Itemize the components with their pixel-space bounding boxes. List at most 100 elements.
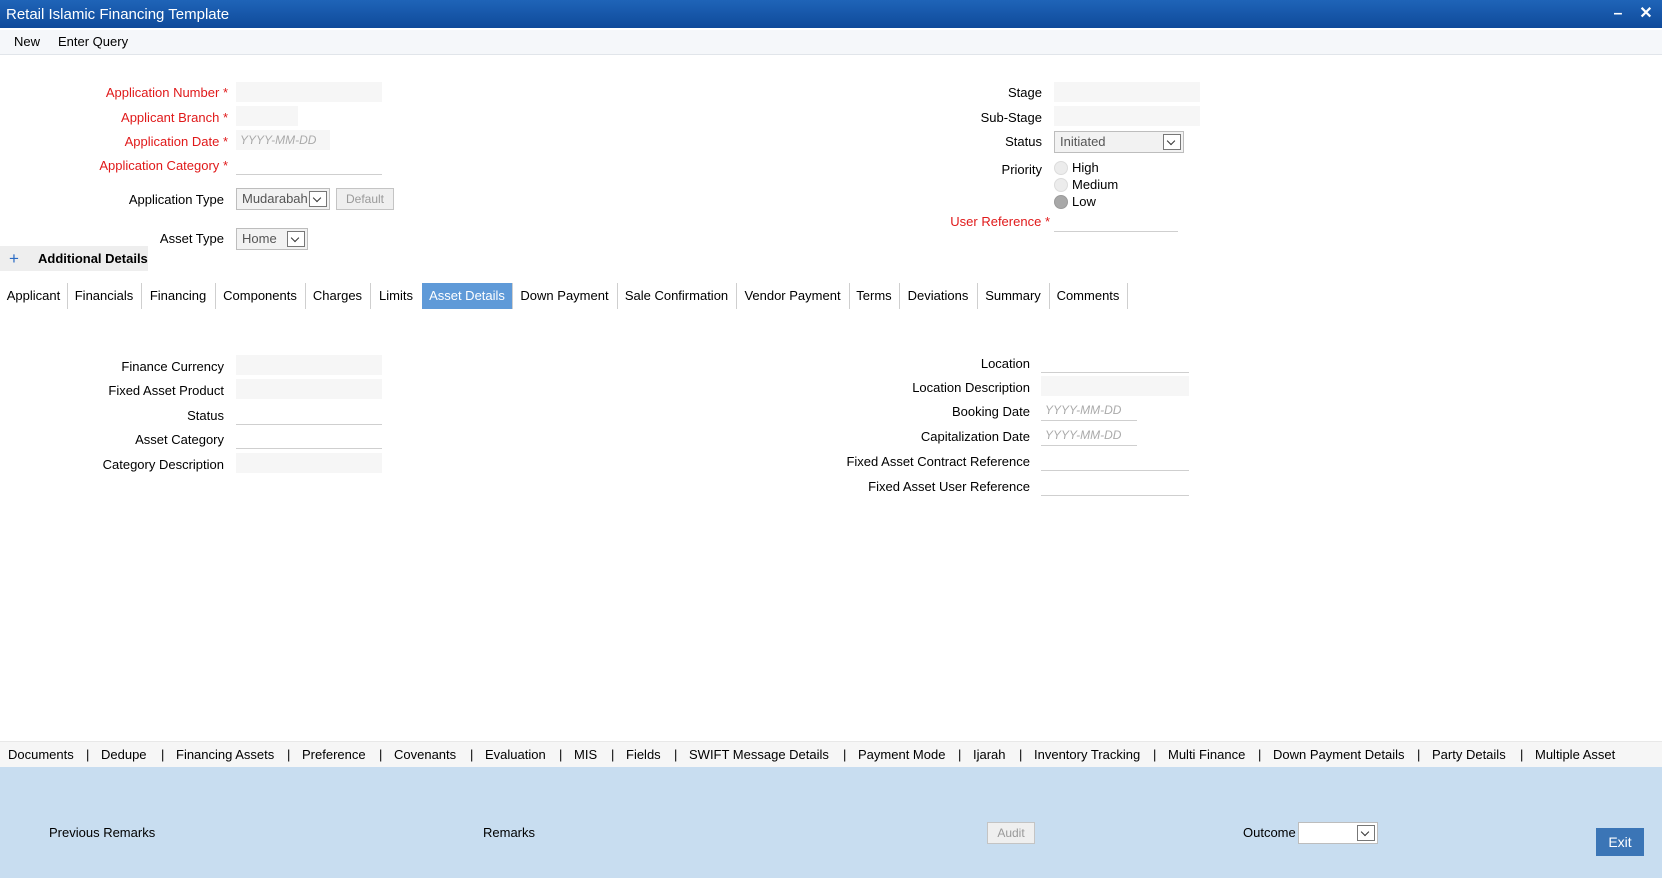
link-separator: | <box>379 747 383 762</box>
link-separator: | <box>161 747 165 762</box>
applicant-branch-input[interactable] <box>236 106 298 126</box>
audit-button[interactable]: Audit <box>987 822 1035 844</box>
tab-vendor-payment[interactable]: Vendor Payment <box>736 283 850 309</box>
priority-medium-radio[interactable] <box>1054 178 1068 192</box>
status-select[interactable]: Initiated <box>1054 131 1184 153</box>
application-category-input[interactable] <box>236 154 382 175</box>
tab-deviations[interactable]: Deviations <box>899 283 978 309</box>
link-separator: | <box>1417 747 1421 762</box>
application-category-label: Application Category * <box>99 158 228 173</box>
link-separator: | <box>1153 747 1157 762</box>
bottom-link-multiple-asset[interactable]: Multiple Asset <box>1535 747 1615 762</box>
bottom-link-inventory-tracking[interactable]: Inventory Tracking <box>1034 747 1140 762</box>
tab-terms[interactable]: Terms <box>849 283 900 309</box>
fixed-asset-user-reference-input[interactable] <box>1041 475 1189 496</box>
tab-components[interactable]: Components <box>215 283 306 309</box>
link-separator: | <box>1019 747 1023 762</box>
previous-remarks-link[interactable]: Previous Remarks <box>49 825 155 840</box>
menu-new[interactable]: New <box>14 34 40 49</box>
chevron-down-icon <box>1357 825 1375 841</box>
bottom-link-payment-mode[interactable]: Payment Mode <box>858 747 945 762</box>
fixed-asset-product-input[interactable] <box>236 379 382 399</box>
link-separator: | <box>86 747 90 762</box>
finance-currency-label: Finance Currency <box>121 359 224 374</box>
application-type-select[interactable]: Mudarabah <box>236 188 330 210</box>
finance-currency-input[interactable] <box>236 355 382 375</box>
tab-sale-confirmation[interactable]: Sale Confirmation <box>617 283 737 309</box>
bottom-link-financing-assets[interactable]: Financing Assets <box>176 747 274 762</box>
user-reference-input[interactable] <box>1054 211 1178 232</box>
location-input[interactable] <box>1041 352 1189 373</box>
priority-high-radio[interactable] <box>1054 161 1068 175</box>
title-bar: Retail Islamic Financing Template – ✕ <box>0 0 1662 28</box>
link-separator: | <box>559 747 563 762</box>
substage-input[interactable] <box>1054 106 1200 126</box>
tab-applicant[interactable]: Applicant <box>0 283 68 309</box>
tab-financials[interactable]: Financials <box>67 283 142 309</box>
priority-low-radio[interactable] <box>1054 195 1068 209</box>
tab-financing[interactable]: Financing <box>141 283 216 309</box>
capitalization-date-label: Capitalization Date <box>920 429 1030 444</box>
tab-limits[interactable]: Limits <box>370 283 423 309</box>
link-separator: | <box>1520 747 1524 762</box>
bottom-link-documents[interactable]: Documents <box>8 747 74 762</box>
remarks-link[interactable]: Remarks <box>483 825 535 840</box>
tab-summary[interactable]: Summary <box>977 283 1050 309</box>
outcome-select[interactable] <box>1298 822 1378 844</box>
link-separator: | <box>843 747 847 762</box>
location-description-label: Location Description <box>912 380 1030 395</box>
link-separator: | <box>1258 747 1262 762</box>
application-type-label: Application Type <box>128 192 224 207</box>
fixed-asset-contract-reference-input[interactable] <box>1041 450 1189 471</box>
substage-label: Sub-Stage <box>980 110 1042 125</box>
asset-category-input[interactable] <box>236 428 382 449</box>
bottom-link-party-details[interactable]: Party Details <box>1432 747 1506 762</box>
bottom-link-dedupe[interactable]: Dedupe <box>101 747 147 762</box>
application-number-input[interactable] <box>236 82 382 102</box>
tab-down-payment[interactable]: Down Payment <box>512 283 618 309</box>
asset-type-select[interactable]: Home <box>236 228 308 250</box>
asset-status-input[interactable] <box>236 404 382 425</box>
tab-comments[interactable]: Comments <box>1049 283 1128 309</box>
close-icon[interactable]: ✕ <box>1636 4 1656 24</box>
footer-panel: Previous Remarks Remarks Audit Outcome <box>0 767 1662 878</box>
location-label: Location <box>980 356 1030 371</box>
default-button[interactable]: Default <box>336 188 394 210</box>
fixed-asset-product-label: Fixed Asset Product <box>108 383 224 398</box>
booking-date-input[interactable]: YYYY-MM-DD <box>1041 400 1137 421</box>
minimize-icon[interactable]: – <box>1608 4 1628 24</box>
stage-input[interactable] <box>1054 82 1200 102</box>
plus-icon: + <box>9 249 19 268</box>
location-description-input[interactable] <box>1041 376 1189 396</box>
priority-high-label: High <box>1072 160 1099 175</box>
additional-details-toggle[interactable]: + Additional Details <box>0 246 148 271</box>
stage-label: Stage <box>1008 85 1042 100</box>
bottom-link-ijarah[interactable]: Ijarah <box>973 747 1006 762</box>
tab-charges[interactable]: Charges <box>305 283 371 309</box>
additional-details-label: Additional Details <box>38 251 148 266</box>
chevron-down-icon <box>1163 134 1181 150</box>
bottom-link-preference[interactable]: Preference <box>302 747 366 762</box>
bottom-link-evaluation[interactable]: Evaluation <box>485 747 546 762</box>
capitalization-date-input[interactable]: YYYY-MM-DD <box>1041 425 1137 446</box>
asset-status-label: Status <box>187 408 224 423</box>
user-reference-label: User Reference * <box>950 214 1050 229</box>
bottom-link-down-payment-details[interactable]: Down Payment Details <box>1273 747 1405 762</box>
menu-enter-query[interactable]: Enter Query <box>58 34 128 49</box>
tab-asset-details[interactable]: Asset Details <box>422 283 513 309</box>
priority-medium-label: Medium <box>1072 177 1119 192</box>
outcome-label: Outcome <box>1243 825 1296 840</box>
bottom-link-mis[interactable]: MIS <box>574 747 597 762</box>
applicant-branch-label: Applicant Branch * <box>121 110 228 125</box>
window-title: Retail Islamic Financing Template <box>6 6 230 23</box>
bottom-link-swift-message-details[interactable]: SWIFT Message Details <box>689 747 829 762</box>
link-separator: | <box>611 747 615 762</box>
fixed-asset-contract-reference-label: Fixed Asset Contract Reference <box>846 454 1030 469</box>
booking-date-label: Booking Date <box>951 404 1030 419</box>
exit-button[interactable]: Exit <box>1596 828 1644 856</box>
bottom-link-covenants[interactable]: Covenants <box>394 747 456 762</box>
bottom-link-fields[interactable]: Fields <box>626 747 661 762</box>
category-description-input[interactable] <box>236 453 382 473</box>
application-date-input[interactable]: YYYY-MM-DD <box>236 130 330 150</box>
bottom-link-multi-finance[interactable]: Multi Finance <box>1168 747 1245 762</box>
